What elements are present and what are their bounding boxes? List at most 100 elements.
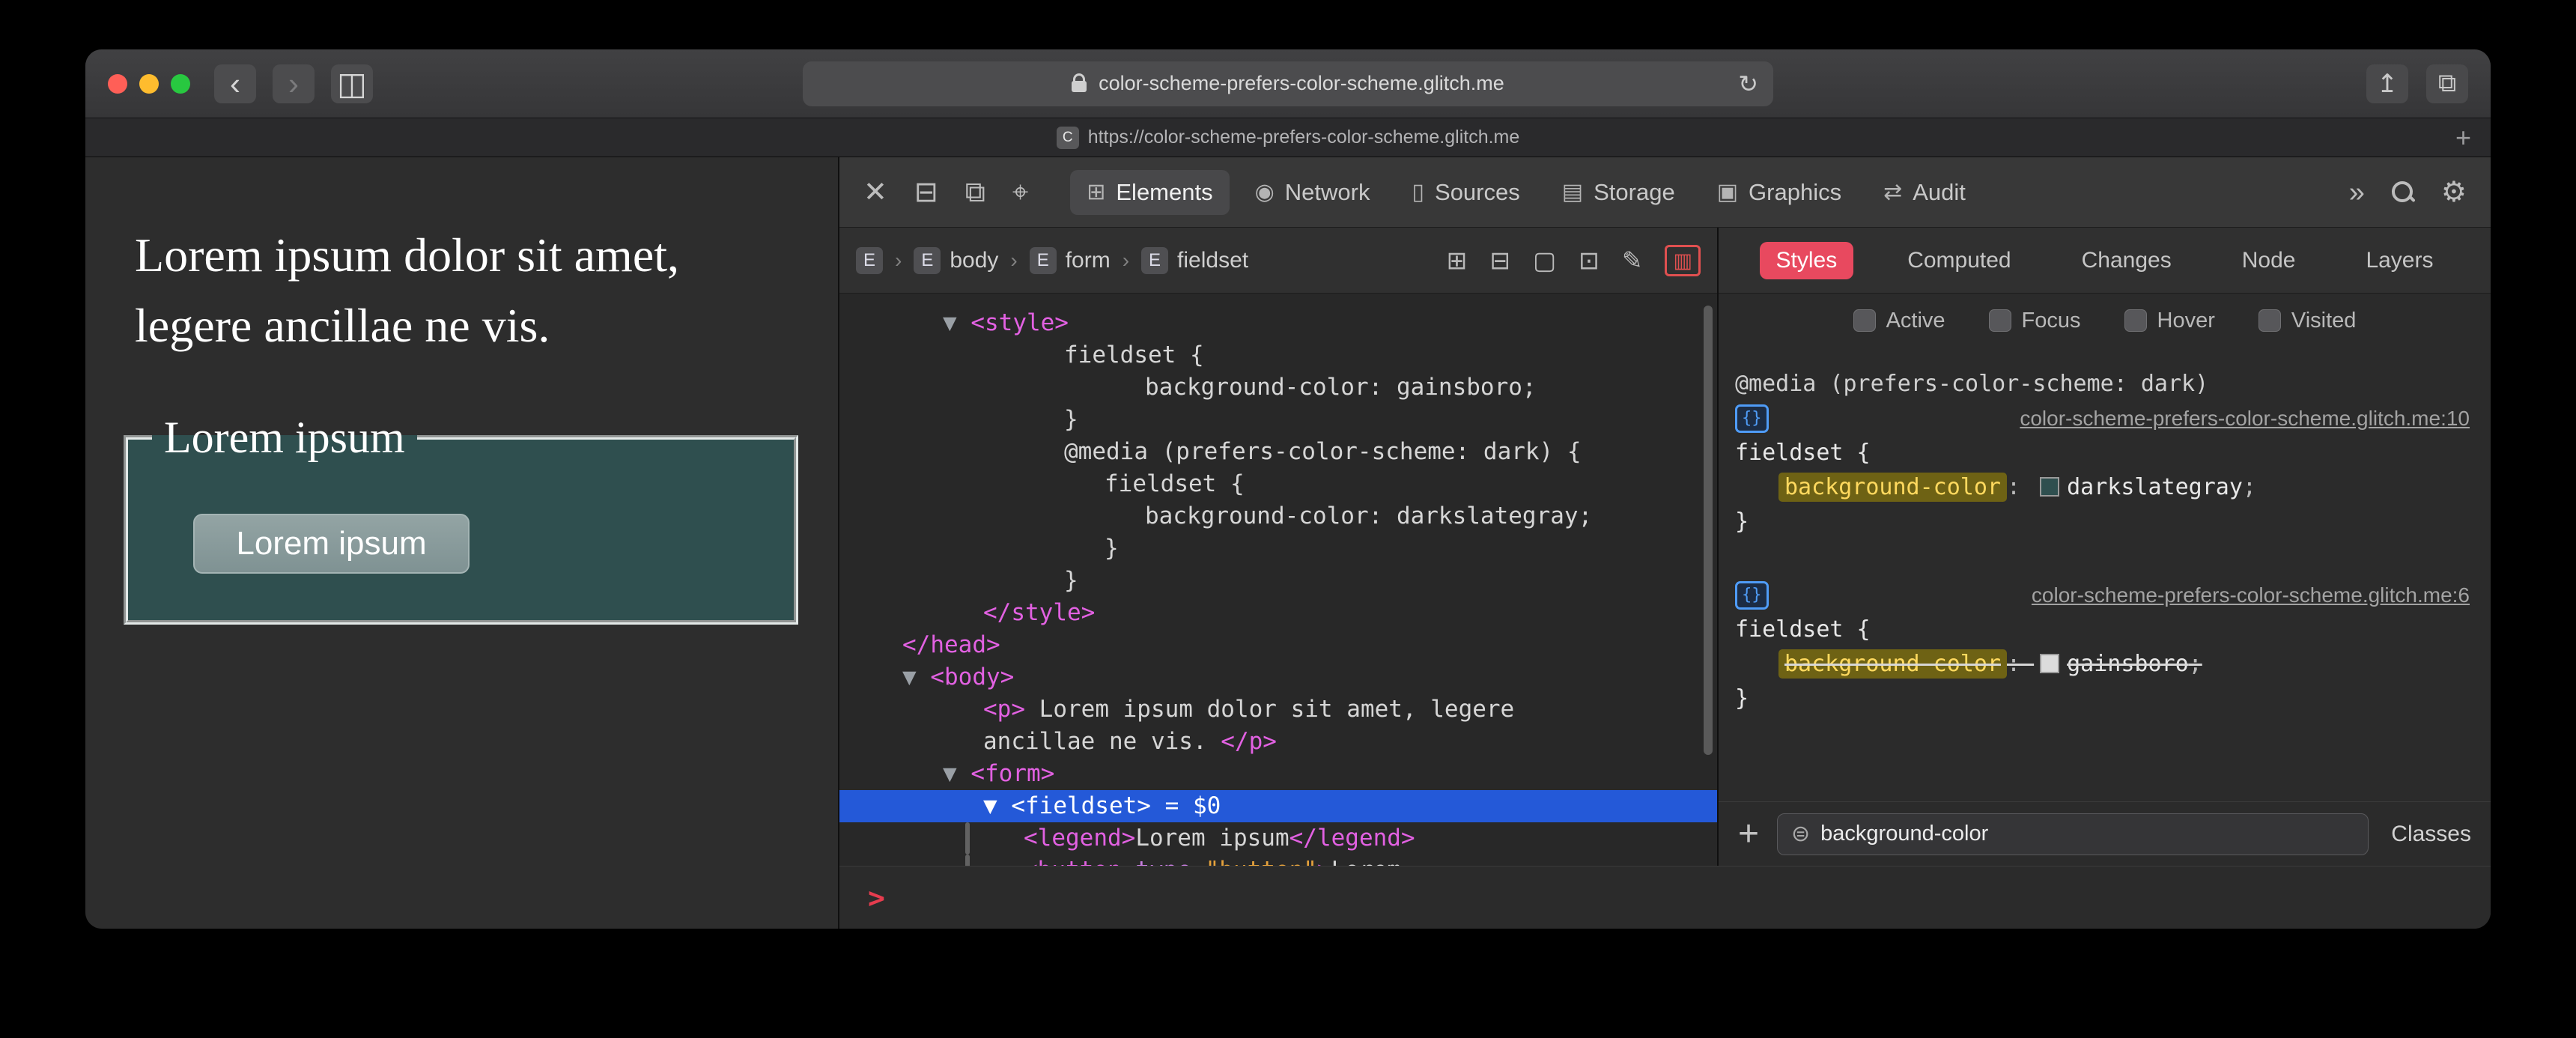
dom-line[interactable]: ▼ <form>	[839, 758, 1717, 790]
devtools-tab-sources[interactable]: ▯ Sources	[1396, 170, 1537, 215]
sidebar-tab-node[interactable]: Node	[2226, 242, 2312, 279]
tab-title[interactable]: https://color-scheme-prefers-color-schem…	[1088, 127, 1520, 148]
dom-line[interactable]: <legend>Lorem ipsum</legend>	[839, 822, 1717, 855]
css-declaration[interactable]: background-color: darkslategray;	[1735, 470, 2470, 505]
breadcrumb-items: E › Ebody › Eform › Efieldset	[856, 246, 1248, 274]
search-icon[interactable]	[2391, 180, 2414, 204]
zoom-window-button[interactable]	[171, 73, 190, 94]
dom-line[interactable]: ▼ <body>	[839, 661, 1717, 693]
dom-line[interactable]: </style>	[839, 597, 1717, 629]
classes-button[interactable]: Classes	[2391, 822, 2471, 847]
dom-tag: >	[1317, 857, 1331, 866]
tab-overview-button[interactable]: ⧉	[2426, 64, 2468, 103]
pseudo-toggle-focus[interactable]: Focus	[1988, 309, 2081, 333]
dom-line[interactable]: </head>	[839, 629, 1717, 661]
dom-line[interactable]: fieldset {	[839, 339, 1717, 371]
pseudo-toggle-hover[interactable]: Hover	[2124, 309, 2215, 333]
dom-tag: </p>	[1221, 728, 1277, 755]
curly-braces-icon[interactable]: {}	[1735, 404, 1769, 433]
sources-icon: ▯	[1412, 180, 1425, 204]
sidebar-tab-styles[interactable]: Styles	[1759, 241, 1854, 279]
frame-icon[interactable]: ▢	[1533, 246, 1556, 275]
devtools-tab-label: Network	[1284, 178, 1370, 205]
element-badges-toggle-icon[interactable]: ▥	[1665, 244, 1701, 276]
pseudo-toggle-active[interactable]: Active	[1853, 309, 1945, 333]
checkbox-icon[interactable]	[2258, 309, 2281, 332]
more-tabs-icon[interactable]: »	[2349, 178, 2365, 207]
dom-line[interactable]: ancillae ne vis. </p>	[839, 726, 1717, 758]
fieldset-legend: Lorem ipsum	[152, 407, 417, 468]
curly-braces-icon[interactable]: {}	[1735, 581, 1769, 610]
back-button[interactable]: ‹	[214, 64, 256, 103]
checkbox-icon[interactable]	[2124, 309, 2147, 332]
safari-window: ‹ › ◫ color-scheme-prefers-color-scheme.…	[85, 49, 2491, 929]
dom-text: Lorem ipsum dolor sit amet, legere	[1025, 696, 1515, 723]
reload-button[interactable]: ↻	[1738, 70, 1758, 98]
dom-line[interactable]: background-color: gainsboro;	[839, 371, 1717, 404]
rule-close-brace: }	[1735, 509, 1749, 535]
devtools-tab-network[interactable]: ◉ Network	[1239, 170, 1387, 215]
dom-line[interactable]: ▼ <fieldset> = $0	[839, 790, 1717, 822]
dock-side-icon[interactable]: ⧉	[965, 178, 985, 207]
devtools-tab-label: Graphics	[1749, 178, 1842, 205]
styles-filter-input[interactable]	[1820, 822, 2355, 846]
checkbox-icon[interactable]	[1853, 309, 1876, 332]
styles-filter-bar: + ⊜ Classes	[1719, 801, 2491, 866]
sidebar-tab-computed[interactable]: Computed	[1891, 242, 2027, 279]
new-tab-button[interactable]: +	[2455, 124, 2471, 151]
tab-favicon: C	[1056, 126, 1079, 149]
color-swatch[interactable]	[2040, 654, 2060, 673]
devtools-tab-elements[interactable]: ⊞ Elements	[1070, 169, 1230, 215]
breadcrumb-item-html[interactable]: E	[856, 246, 883, 274]
dom-tag: <button	[1024, 857, 1135, 866]
styles-filter-field[interactable]: ⊜	[1777, 813, 2369, 855]
content-area: Lorem ipsum dolor sit amet, legere ancil…	[85, 157, 2491, 929]
breadcrumb-item-form[interactable]: Eform	[1029, 246, 1111, 274]
share-button[interactable]: ↥	[2366, 64, 2408, 103]
minimize-window-button[interactable]	[139, 73, 159, 94]
dom-line[interactable]: }	[839, 404, 1717, 436]
source-link[interactable]: color-scheme-prefers-color-scheme.glitch…	[2032, 578, 2470, 613]
print-icon[interactable]: ⊟	[1489, 246, 1510, 275]
color-swatch[interactable]	[2040, 477, 2060, 497]
grid-icon[interactable]: ⊡	[1579, 246, 1600, 275]
sidebar-toggle-button[interactable]: ◫	[331, 64, 373, 103]
quick-console[interactable]: >	[839, 866, 2491, 929]
dom-line[interactable]: fieldset {	[839, 468, 1717, 500]
gear-icon[interactable]: ⚙	[2441, 178, 2467, 207]
lorem-ipsum-button[interactable]: Lorem ipsum	[193, 514, 470, 574]
sidebar-tab-changes[interactable]: Changes	[2065, 242, 2188, 279]
sidebar-tab-layers[interactable]: Layers	[2349, 242, 2449, 279]
devtools-tab-graphics[interactable]: ▣ Graphics	[1701, 170, 1858, 215]
pseudo-toggle-visited[interactable]: Visited	[2258, 308, 2357, 333]
dom-tag: </style>	[983, 599, 1096, 626]
checkbox-icon[interactable]	[1988, 309, 2011, 332]
dom-text: ▼	[983, 792, 1012, 819]
dom-line[interactable]: }	[839, 532, 1717, 565]
edit-icon[interactable]: ✎	[1622, 246, 1643, 275]
add-rule-button[interactable]: +	[1738, 816, 1759, 852]
devtools-tab-storage[interactable]: ▤ Storage	[1546, 170, 1692, 215]
breadcrumb-item-body[interactable]: Ebody	[914, 246, 998, 274]
dom-line[interactable]: ▼ <style>	[839, 307, 1717, 339]
element-badge: E	[914, 246, 941, 274]
inspect-element-icon[interactable]: ⌖	[1012, 178, 1028, 207]
layout-icon[interactable]: ⊞	[1447, 246, 1468, 275]
close-window-button[interactable]	[108, 73, 127, 94]
css-declaration[interactable]: background-color: gainsboro;	[1735, 647, 2470, 682]
dom-line[interactable]: <p> Lorem ipsum dolor sit amet, legere	[839, 693, 1717, 726]
dom-line[interactable]: background-color: darkslategray;	[839, 500, 1717, 532]
close-devtools-button[interactable]: ✕	[863, 178, 887, 207]
storage-icon: ▤	[1561, 180, 1584, 204]
breadcrumb-item-fieldset[interactable]: Efieldset	[1141, 246, 1248, 274]
dom-line[interactable]: }	[839, 565, 1717, 597]
dom-line[interactable]: <button type="button">Lorem	[839, 855, 1717, 866]
pseudo-label: Visited	[2291, 308, 2357, 333]
source-link[interactable]: color-scheme-prefers-color-scheme.glitch…	[2020, 401, 2470, 436]
forward-button[interactable]: ›	[273, 64, 315, 103]
dom-line[interactable]: @media (prefers-color-scheme: dark) {	[839, 436, 1717, 468]
breadcrumb-actions: ⊞ ⊟ ▢ ⊡ ✎ ▥	[1447, 244, 1701, 276]
devtools-tab-audit[interactable]: ⇄ Audit	[1867, 170, 1982, 215]
address-bar[interactable]: color-scheme-prefers-color-scheme.glitch…	[803, 61, 1773, 106]
dock-bottom-icon[interactable]: ⊟	[914, 178, 938, 207]
